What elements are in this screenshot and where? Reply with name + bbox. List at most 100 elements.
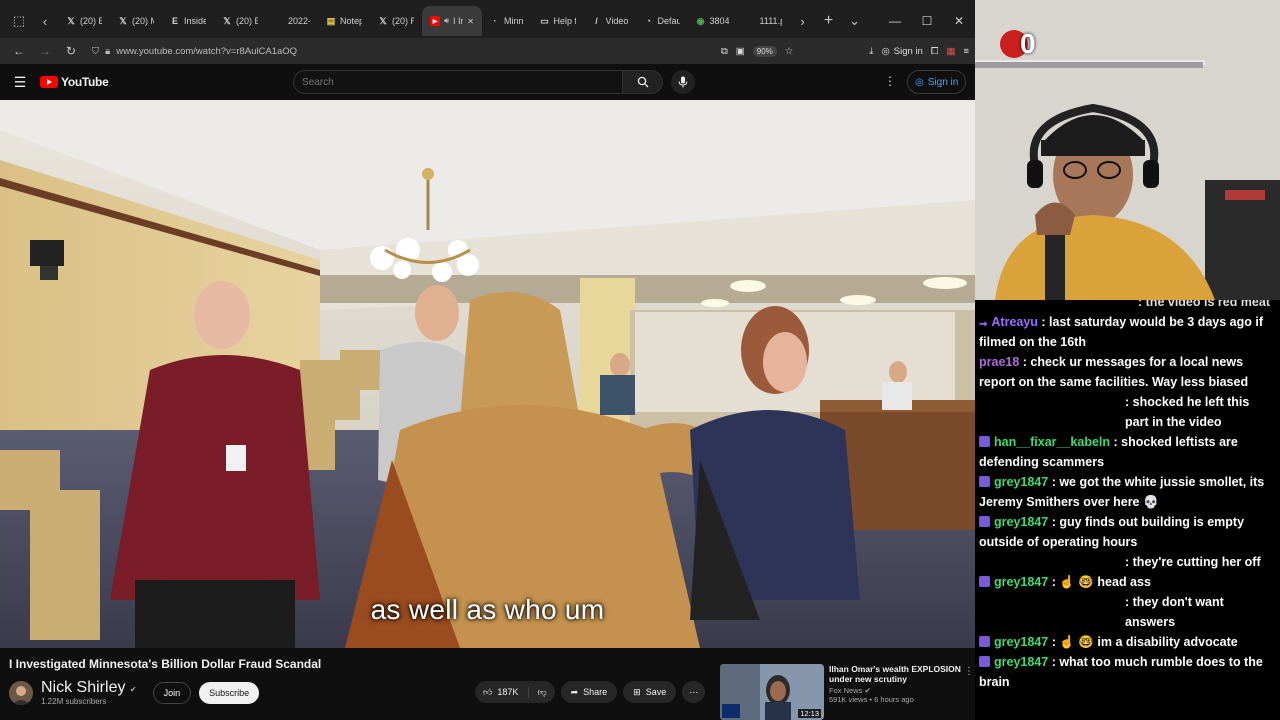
chat-message: grey1847 : what too much rumble does to … xyxy=(979,652,1276,692)
scroll-tabs-left-icon[interactable]: ‹ xyxy=(32,8,58,34)
voice-search-button[interactable] xyxy=(671,70,695,94)
user-circle-icon: ◎ xyxy=(915,76,924,88)
youtube-icon: ▶ xyxy=(430,16,440,26)
video-frame xyxy=(0,100,975,648)
youtube-signin-button[interactable]: ◎ Sign in xyxy=(907,70,967,94)
share-button[interactable]: ➦ Share xyxy=(560,681,618,703)
audio-playing-icon[interactable]: 🔊︎ xyxy=(444,16,449,26)
chat-message: ⇝ Atreayu : last saturday would be 3 days… xyxy=(979,312,1276,352)
reader-view-icon[interactable]: ▣ xyxy=(736,46,745,57)
site-info-icon[interactable]: ⛉ xyxy=(92,46,99,57)
browser-tab[interactable]: 𝕏 (20) E xyxy=(214,6,266,36)
browser-tab[interactable]: 𝕏 (20) R xyxy=(370,6,422,36)
more-actions-button[interactable]: ⋯ xyxy=(682,681,706,703)
stream-screen: ⬚ ‹ 𝕏 (20) E 𝕏 (20) M E Inside 𝕏 (20) E 2022-0 ▤ N… xyxy=(0,0,1280,720)
tab-label: (20) E xyxy=(236,16,258,26)
search-icon xyxy=(637,76,648,88)
new-tab-icon[interactable]: + xyxy=(816,8,842,34)
subscriber-badge-icon xyxy=(979,516,990,527)
minimize-icon[interactable]: — xyxy=(879,14,911,28)
bookmark-star-icon[interactable]: ☆ xyxy=(785,46,794,57)
page-icon xyxy=(274,16,284,26)
browser-tab[interactable]: 𝕏 (20) M xyxy=(110,6,162,36)
recommended-thumbnail[interactable]: 12:13 xyxy=(720,664,824,720)
recommended-channel[interactable]: Fox News ✔ xyxy=(829,686,964,695)
browser-tab[interactable]: E Inside xyxy=(162,6,214,36)
menu-icon[interactable]: ≡ xyxy=(963,46,969,57)
tab-list-chevron-icon[interactable]: ⌄ xyxy=(842,8,868,34)
thumbs-up-icon: 👍︎ xyxy=(483,686,493,697)
recommended-menu-icon[interactable]: ⋮ xyxy=(964,664,974,720)
channel-name[interactable]: Nick Shirley ✔ xyxy=(41,679,137,697)
maximize-icon[interactable]: ☐ xyxy=(911,14,943,28)
back-icon[interactable]: ← xyxy=(6,40,32,62)
browser-signin-label: Sign in xyxy=(893,45,923,57)
browser-signin-button[interactable]: ◎ Sign in xyxy=(882,46,923,57)
recommended-channel-text: Fox News xyxy=(829,686,863,696)
browser-tab[interactable]: ▭ Help f xyxy=(532,6,584,36)
account-icon: ◎ xyxy=(881,45,890,57)
tab-actions-icon[interactable]: ⬚ xyxy=(6,8,32,34)
youtube-signin-label: Sign in xyxy=(927,76,959,88)
chat-separator: : xyxy=(1110,435,1122,449)
zoom-level[interactable]: 90% xyxy=(752,45,777,57)
close-window-icon[interactable]: ✕ xyxy=(943,14,975,28)
like-button[interactable]: 👍︎ 187K xyxy=(483,687,518,698)
chat-username[interactable]: grey1847 xyxy=(994,575,1048,589)
downloads-icon[interactable]: ⤓ xyxy=(869,46,873,57)
chat-username[interactable]: Atreayu xyxy=(991,315,1038,329)
settings-kebab-icon[interactable]: ⋮ xyxy=(884,74,896,88)
tab-label: 2022-0 xyxy=(288,16,310,26)
join-button[interactable]: Join xyxy=(152,681,192,704)
browser-tab[interactable]: · Minn xyxy=(482,6,532,36)
browser-tab[interactable]: 𝕏 (20) E xyxy=(58,6,110,36)
chat-separator: : xyxy=(1125,595,1133,609)
forward-icon[interactable]: → xyxy=(32,40,58,62)
browser-tab[interactable]: ◔ Defau xyxy=(636,6,688,36)
extension-badge-icon[interactable]: ▦ xyxy=(946,46,955,57)
chat-message-partial: : the video is red meat xyxy=(979,300,1276,312)
save-button[interactable]: ⊞ Save xyxy=(623,681,677,703)
chat-message-list: ⇝ Atreayu : last saturday would be 3 days… xyxy=(979,312,1276,692)
browser-tab[interactable]: ▤ Notep xyxy=(318,6,370,36)
dislike-button[interactable]: 👎︎ xyxy=(528,686,547,698)
extensions-icon[interactable]: ⧠ xyxy=(931,46,939,57)
chat-message: grey1847 : we got the white jussie smoll… xyxy=(979,472,1276,512)
tab-label: Notep xyxy=(340,16,362,26)
notepad-icon: ▤ xyxy=(326,15,336,26)
browser-tab[interactable]: / Video xyxy=(584,6,636,36)
recommended-video[interactable]: 12:13 Ilhan Omar's wealth EXPLOSION unde… xyxy=(720,664,975,720)
video-player[interactable]: as well as who um xyxy=(0,100,975,648)
search-button[interactable] xyxy=(623,70,663,94)
recommended-title[interactable]: Ilhan Omar's wealth EXPLOSION under new … xyxy=(829,664,964,684)
chat-username[interactable]: han__fixar__kabeln xyxy=(994,435,1110,449)
picture-in-picture-icon[interactable]: ⧉ xyxy=(721,46,728,57)
verified-icon: ✔ xyxy=(864,686,871,696)
chat-message: : shocked he left this part in the video xyxy=(979,392,1276,432)
page-icon: / xyxy=(595,16,598,26)
verified-icon: ✔ xyxy=(129,685,137,694)
close-tab-icon[interactable]: ✕ xyxy=(467,17,474,26)
channel-avatar[interactable] xyxy=(9,680,33,705)
toolbar-right: ⧉ ▣ 90% ☆ ⤓ ◎ Sign in ⧠ ▦ ≡ xyxy=(721,45,969,57)
scroll-tabs-right-icon[interactable]: › xyxy=(790,8,816,34)
subscribe-button[interactable]: Subscribe xyxy=(199,681,260,704)
guide-menu-icon[interactable]: ☰ xyxy=(0,74,40,91)
search-input[interactable] xyxy=(293,70,623,94)
youtube-logo[interactable]: YouTube xyxy=(40,75,109,89)
video-actions: 👍︎ 187K 👎︎ ➦ Share ⊞ Save ⋯ xyxy=(475,681,706,703)
reload-icon[interactable]: ↻ xyxy=(58,40,84,62)
chat-username[interactable]: grey1847 xyxy=(994,655,1048,669)
browser-tab[interactable]: ◉ 3804 xyxy=(688,6,738,36)
tab-label: (20) R xyxy=(392,16,414,26)
url-field[interactable]: ⛉ 🔒︎ www.youtube.com/watch?v=r8AulCA1aOQ xyxy=(84,40,721,62)
chat-username[interactable]: grey1847 xyxy=(994,515,1048,529)
chat-username[interactable]: grey1847 xyxy=(994,475,1048,489)
browser-tab[interactable]: 2022-0 xyxy=(266,6,318,36)
chat-username[interactable]: prae18 xyxy=(979,355,1019,369)
browser-tab[interactable]: 1111.pn xyxy=(738,6,790,36)
browser-tab[interactable]: ▶ 🔊︎ I Inv✕ xyxy=(422,6,482,36)
chat-message: grey1847 : guy finds out building is emp… xyxy=(979,512,1276,552)
lock-icon: 🔒︎ xyxy=(105,45,111,57)
chat-username[interactable]: grey1847 xyxy=(994,635,1048,649)
